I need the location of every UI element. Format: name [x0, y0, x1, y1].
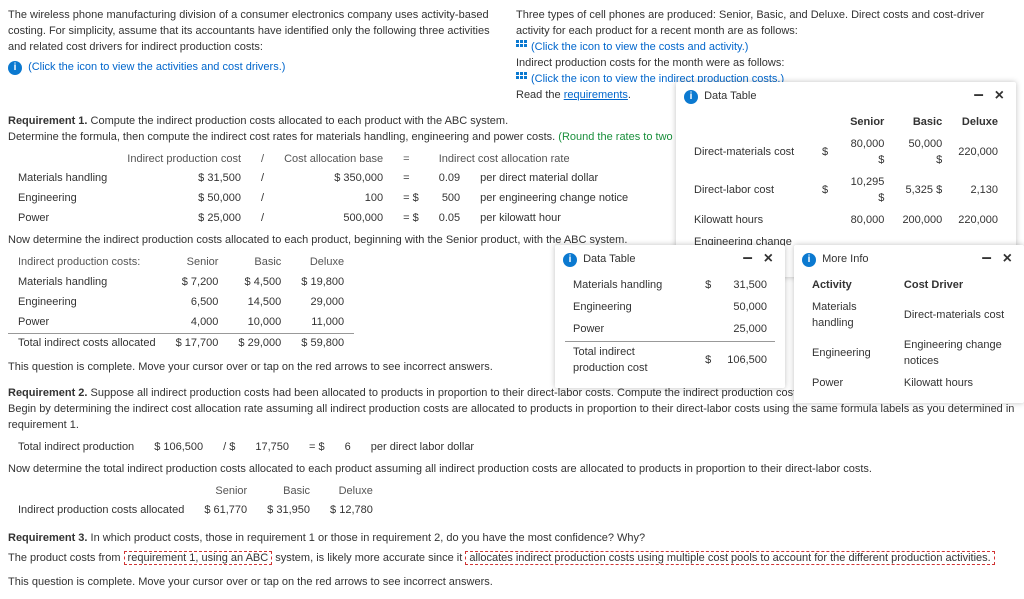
req3-sentence-b: system, is likely more accurate since it — [275, 552, 465, 564]
intro-left-text: The wireless phone manufacturing divisio… — [8, 8, 508, 56]
req3-text: In which product costs, those in require… — [87, 532, 645, 544]
req1-alloc-table: Indirect production costs: Senior Basic … — [8, 253, 354, 354]
req2-rate-table: Total indirect production $ 106,500/ $ 1… — [8, 438, 484, 458]
info-icon: i — [684, 90, 698, 104]
read-label: Read the — [516, 89, 564, 101]
req1-formula-line: Determine the formula, then compute the … — [8, 131, 558, 143]
req2-begin: Begin by determining the indirect cost a… — [8, 402, 1016, 434]
close-icon[interactable]: × — [760, 250, 777, 267]
grid-icon[interactable] — [516, 72, 528, 82]
popup-data-table-indirect[interactable]: i Data Table – × Materials handling$31,5… — [555, 245, 785, 388]
req3-answer1[interactable]: requirement 1, using an ABC — [124, 551, 273, 565]
popup-indirect-title: Data Table — [583, 253, 635, 265]
link-costs-activity[interactable]: (Click the icon to view the costs and ac… — [531, 41, 748, 53]
info-icon: i — [563, 253, 577, 267]
requirements-link[interactable]: requirements — [564, 89, 628, 101]
minimize-icon[interactable]: – — [978, 247, 996, 267]
info-icon[interactable]: i — [8, 61, 22, 75]
req2-alloc-table: Senior Basic Deluxe Indirect production … — [8, 482, 383, 522]
req2-now-line: Now determine the total indirect product… — [8, 462, 1016, 478]
popup-more-info[interactable]: i More Info – × ActivityCost Driver Mate… — [794, 245, 1024, 403]
info-icon: i — [802, 253, 816, 267]
minimize-icon[interactable]: – — [739, 247, 757, 267]
close-icon[interactable]: × — [991, 87, 1008, 104]
req2-heading: Requirement 2. — [8, 387, 87, 399]
grid-icon[interactable] — [516, 40, 528, 50]
req1-heading: Requirement 1. — [8, 115, 87, 127]
req3-heading: Requirement 3. — [8, 532, 87, 544]
popup-main-title: Data Table — [704, 90, 756, 102]
req3-sentence-a: The product costs from — [8, 552, 124, 564]
req1-rate-table: Indirect production cost/ Cost allocatio… — [8, 150, 638, 230]
close-icon[interactable]: × — [999, 250, 1016, 267]
popup-more-title: More Info — [822, 253, 868, 265]
intro-right-text-1: Three types of cell phones are produced:… — [516, 8, 1016, 40]
req3-answer2[interactable]: allocates indirect production costs usin… — [465, 551, 994, 565]
intro-right-text-2: Indirect production costs for the month … — [516, 56, 1016, 72]
req3-complete-msg: This question is complete. Move your cur… — [8, 575, 1016, 591]
link-activities[interactable]: (Click the icon to view the activities a… — [28, 61, 285, 73]
minimize-icon[interactable]: – — [970, 84, 988, 104]
req1-text: Compute the indirect production costs al… — [87, 115, 508, 127]
